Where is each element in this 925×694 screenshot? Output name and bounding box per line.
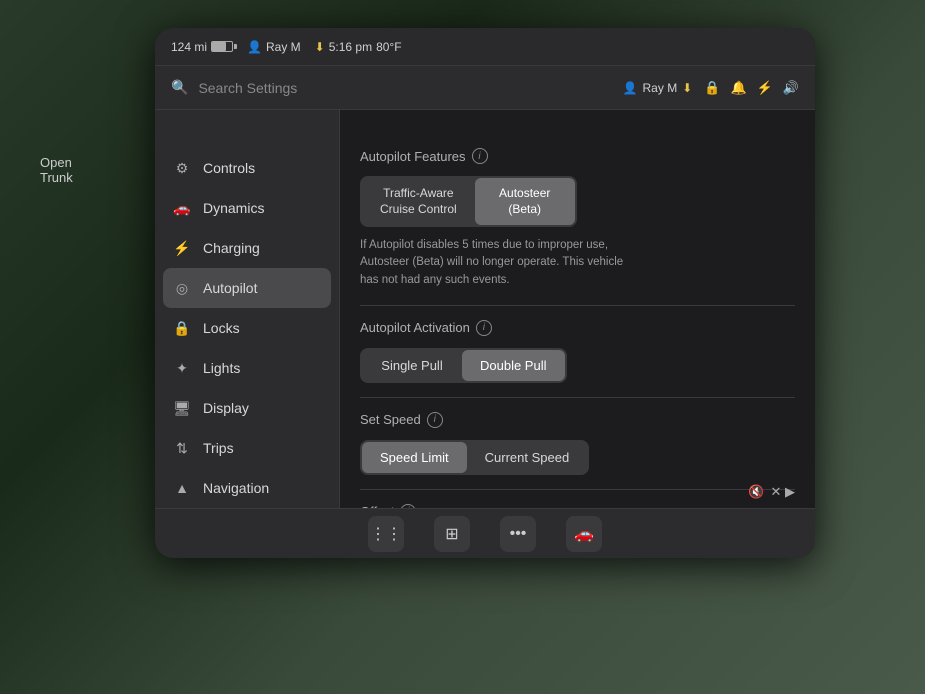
sidebar-item-display[interactable]: 🖥 Display xyxy=(155,388,339,428)
user-icon: 👤 xyxy=(623,81,638,95)
search-icon: 🔍 xyxy=(171,79,188,96)
lock-icon: 🔒 xyxy=(704,80,720,96)
main-content: Autopilot Features i Traffic-AwareCruise… xyxy=(340,66,815,514)
display-label: Display xyxy=(203,400,249,416)
status-bar: 124 mi 👤 Ray M ⬇ 5:16 pm 80°F xyxy=(155,28,815,66)
open-label: Open xyxy=(40,155,73,170)
taskbar-dots-icon[interactable]: ••• xyxy=(500,516,536,552)
volume-mute-icon[interactable]: 🔇 xyxy=(748,484,764,500)
set-speed-header: Set Speed i xyxy=(360,412,795,428)
bell-icon: 🔔 xyxy=(730,80,746,96)
autopilot-icon: ◎ xyxy=(173,279,191,297)
autosteer-btn[interactable]: Autosteer(Beta) xyxy=(475,178,575,225)
double-pull-btn[interactable]: Double Pull xyxy=(462,350,565,381)
dynamics-label: Dynamics xyxy=(203,200,264,216)
sidebar-item-locks[interactable]: 🔒 Locks xyxy=(155,308,339,348)
autopilot-features-header: Autopilot Features i xyxy=(360,148,795,164)
mileage: 124 mi xyxy=(171,40,233,54)
dynamics-icon: 🚗 xyxy=(173,199,191,217)
locks-icon: 🔒 xyxy=(173,319,191,337)
status-center: ⬇ 5:16 pm 80°F xyxy=(315,40,799,54)
divider-1 xyxy=(360,305,795,306)
autopilot-features-title: Autopilot Features xyxy=(360,149,466,164)
navigation-label: Navigation xyxy=(203,480,269,496)
topbar-download-icon: ⬇ xyxy=(682,81,692,95)
autopilot-activation-info-icon[interactable]: i xyxy=(476,320,492,336)
status-time: ⬇ 5:16 pm 80°F xyxy=(315,40,799,54)
battery-icon xyxy=(211,41,233,52)
sidebar-item-autopilot[interactable]: ◎ Autopilot xyxy=(163,268,331,308)
traffic-aware-btn[interactable]: Traffic-AwareCruise Control xyxy=(362,178,475,225)
trips-label: Trips xyxy=(203,440,234,456)
autopilot-label: Autopilot xyxy=(203,280,257,296)
navigation-icon: ▲ xyxy=(173,479,191,497)
volume-icon-top: 🔊 xyxy=(783,80,799,96)
autopilot-warning-text: If Autopilot disables 5 times due to imp… xyxy=(360,237,640,289)
volume-controls: ✕ ▶ xyxy=(770,484,795,500)
divider-2 xyxy=(360,397,795,398)
trunk-label: Trunk xyxy=(40,170,73,185)
autopilot-activation-title: Autopilot Activation xyxy=(360,320,470,335)
set-speed-title: Set Speed xyxy=(360,412,421,427)
bluetooth-icon: ⚡ xyxy=(757,80,773,96)
lights-label: Lights xyxy=(203,360,240,376)
autopilot-features-toggle: Traffic-AwareCruise Control Autosteer(Be… xyxy=(360,176,577,227)
controls-icon: ⚙ xyxy=(173,159,191,177)
speed-limit-btn[interactable]: Speed Limit xyxy=(362,442,467,473)
trips-icon: ⇅ xyxy=(173,439,191,457)
single-pull-btn[interactable]: Single Pull xyxy=(362,350,462,381)
set-speed-info-icon[interactable]: i xyxy=(427,412,443,428)
topbar-icons: 🔒 🔔 ⚡ 🔊 xyxy=(704,80,799,96)
locks-label: Locks xyxy=(203,320,240,336)
divider-3 xyxy=(360,489,795,490)
volume-area: 🔇 ✕ ▶ xyxy=(748,484,795,500)
sidebar: ⚙ Controls 🚗 Dynamics ⚡ Charging ◎ Autop… xyxy=(155,66,340,514)
set-speed-toggle: Speed Limit Current Speed xyxy=(360,440,589,475)
charging-icon: ⚡ xyxy=(173,239,191,257)
taskbar-grid-icon[interactable]: ⋮⋮ xyxy=(368,516,404,552)
tesla-screen: 124 mi 👤 Ray M ⬇ 5:16 pm 80°F 🔍 Search S… xyxy=(155,28,815,558)
topbar-user: 👤 Ray M ⬇ xyxy=(623,81,693,95)
sidebar-item-lights[interactable]: ✦ Lights xyxy=(155,348,339,388)
sidebar-item-dynamics[interactable]: 🚗 Dynamics xyxy=(155,188,339,228)
status-user: 👤 Ray M xyxy=(247,40,301,54)
sidebar-item-charging[interactable]: ⚡ Charging xyxy=(155,228,339,268)
sidebar-item-trips[interactable]: ⇅ Trips xyxy=(155,428,339,468)
settings-panel: ⚙ Controls 🚗 Dynamics ⚡ Charging ◎ Autop… xyxy=(155,66,815,514)
sidebar-item-navigation[interactable]: ▲ Navigation xyxy=(155,468,339,508)
autopilot-features-info-icon[interactable]: i xyxy=(472,148,488,164)
open-trunk-area: Open Trunk xyxy=(40,155,73,185)
display-icon: 🖥 xyxy=(173,399,191,417)
lights-icon: ✦ xyxy=(173,359,191,377)
taskbar-car-icon[interactable]: 🚗 xyxy=(566,516,602,552)
controls-label: Controls xyxy=(203,160,255,176)
search-input[interactable]: Search Settings xyxy=(198,80,297,96)
taskbar-apps-icon[interactable]: ⊞ xyxy=(434,516,470,552)
search-bar-right: 👤 Ray M ⬇ 🔒 🔔 ⚡ 🔊 xyxy=(623,80,799,96)
current-speed-btn[interactable]: Current Speed xyxy=(467,442,588,473)
autopilot-activation-toggle: Single Pull Double Pull xyxy=(360,348,567,383)
autopilot-activation-header: Autopilot Activation i xyxy=(360,320,795,336)
taskbar: ⋮⋮ ⊞ ••• 🚗 xyxy=(155,508,815,558)
charging-label: Charging xyxy=(203,240,260,256)
topbar-username: Ray M xyxy=(643,81,678,95)
sidebar-item-controls[interactable]: ⚙ Controls xyxy=(155,148,339,188)
search-bar: 🔍 Search Settings 👤 Ray M ⬇ 🔒 🔔 ⚡ 🔊 xyxy=(155,66,815,110)
